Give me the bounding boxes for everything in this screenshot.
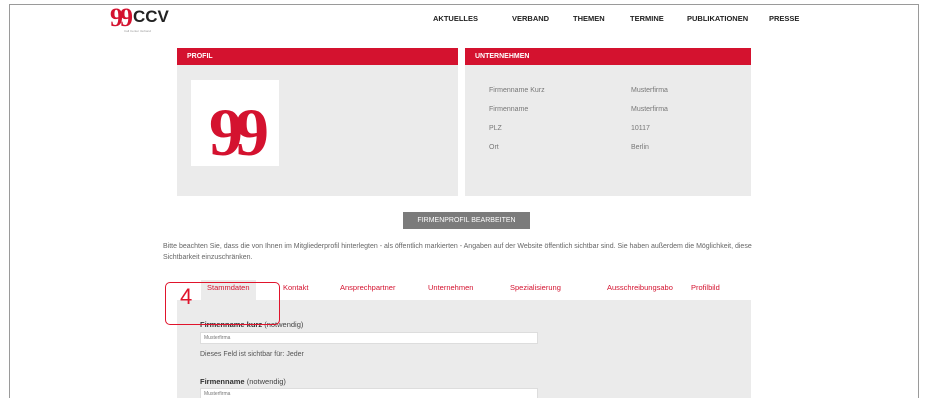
nav-item-presse[interactable]: PRESSE [769,14,799,23]
ccv-logo[interactable]: 99 CCV Call Center Verband [110,3,169,34]
info-value: 10117 [631,125,650,132]
nav-item-termine[interactable]: TERMINE [630,14,664,23]
tab-ansprechpartner[interactable]: Ansprechpartner [340,280,395,296]
tab-unternehmen[interactable]: Unternehmen [428,280,473,296]
info-label: Firmenname Kurz [489,87,545,94]
tab-kontakt[interactable]: Kontakt [283,280,308,296]
info-value: Musterfirma [631,106,668,113]
profile-tabs: Stammdaten Kontakt Ansprechpartner Unter… [0,280,928,302]
field-visibility-hint: Dieses Feld ist sichtbar für: Jeder [200,351,304,358]
info-label: Firmenname [489,106,529,113]
profil-header: PROFIL [177,48,458,65]
nav-item-themen[interactable]: THEMEN [573,14,605,23]
tab-spezialisierung[interactable]: Spezialisierung [510,280,561,296]
quote-logo-icon: 99 [209,94,269,170]
edit-company-profile-button[interactable]: FIRMENPROFIL BEARBEITEN [403,212,530,229]
profile-image: 99 [191,80,279,166]
logo-tagline: Call Center Verband [124,29,152,33]
nav-item-verband[interactable]: VERBAND [512,14,549,23]
field-label-firmenname: Firmenname (notwendig) [200,377,286,386]
profil-card: PROFIL 99 [177,48,458,196]
annotation-step-number: 4 [180,284,193,309]
firmenname-kurz-input[interactable]: Musterfirma [200,332,538,344]
tab-profilbild[interactable]: Profilbild [691,280,720,296]
info-value: Berlin [631,144,649,151]
tab-ausschreibungsabo[interactable]: Ausschreibungsabo [607,280,673,296]
info-label: Ort [489,144,499,151]
info-label: PLZ [489,125,502,132]
firmenname-input[interactable]: Musterfirma [200,388,538,398]
nav-item-aktuelles[interactable]: AKTUELLES [433,14,478,23]
visibility-notice: Bitte beachten Sie, dass die von Ihnen i… [163,243,752,261]
nav-item-publikationen[interactable]: PUBLIKATIONEN [687,14,748,23]
logo-text: CCV [133,7,169,26]
unternehmen-card: UNTERNEHMEN Firmenname Kurz Musterfirma … [465,48,751,196]
info-value: Musterfirma [631,87,668,94]
logo-quote-icon: 99 [110,3,133,32]
unternehmen-header: UNTERNEHMEN [465,48,751,65]
